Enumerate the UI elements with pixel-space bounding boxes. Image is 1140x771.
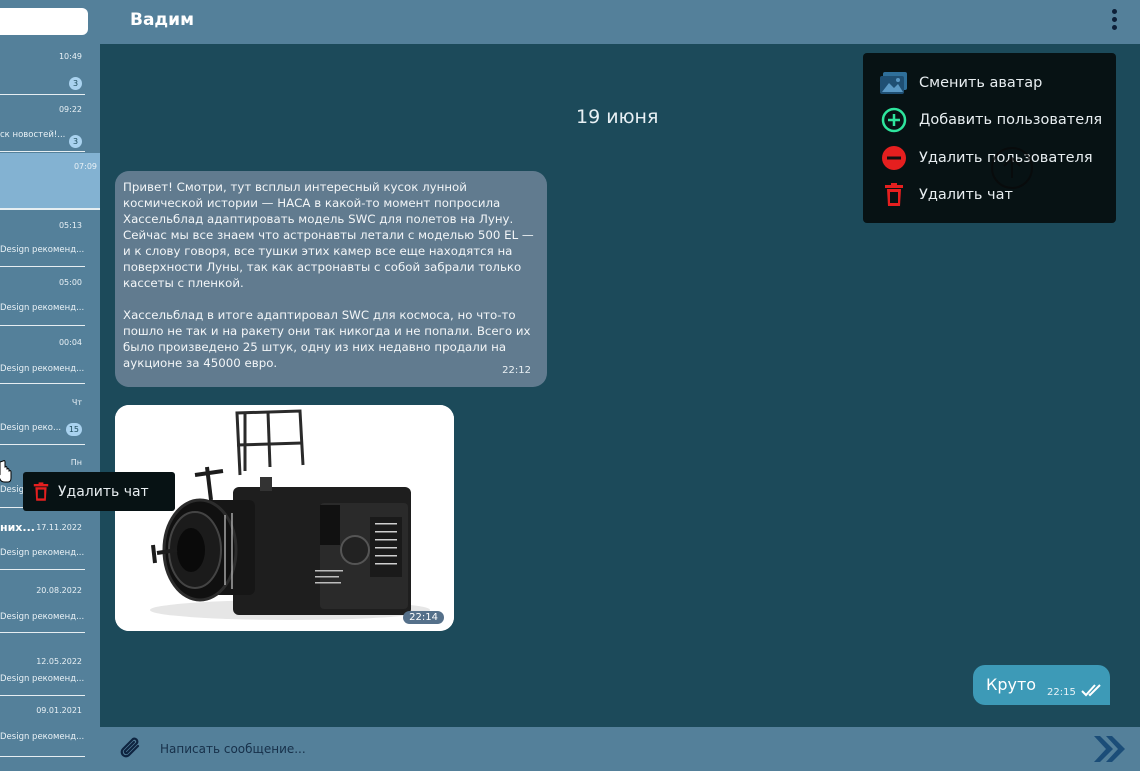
chat-preview: ск новостей!... <box>0 130 66 140</box>
chat-list-item[interactable]: 05:00 Design рекоменд... <box>0 268 85 326</box>
trash-icon <box>33 481 49 501</box>
menu-item-label: Удалить чат <box>919 187 1013 203</box>
chat-time: 17.11.2022 <box>36 523 82 532</box>
dot-icon <box>1111 9 1117 14</box>
unread-badge: 15 <box>65 423 82 436</box>
send-icon[interactable] <box>1092 734 1126 764</box>
chat-time: 09.01.2021 <box>36 706 82 715</box>
chat-list-item[interactable]: 10:49 3 <box>0 40 85 95</box>
chat-preview: Design рекоменд... <box>0 732 85 742</box>
dot-icon <box>1111 17 1117 22</box>
chat-context-menu[interactable]: Удалить чат <box>23 472 175 511</box>
arrow-up-circle-icon <box>991 147 1033 189</box>
chat-list-item[interactable]: 20.08.2022 Design рекоменд... <box>0 571 85 633</box>
chat-preview: Design рекоменд... <box>0 612 85 622</box>
chat-preview: Design рекоменд... <box>0 303 85 313</box>
plus-circle-icon <box>879 105 909 135</box>
chat-time: Чт <box>71 398 82 407</box>
unread-badge: 3 <box>69 135 82 148</box>
message-time: 22:15 <box>1047 687 1076 698</box>
chat-time: 05:13 <box>58 221 82 230</box>
more-options-button[interactable] <box>1110 9 1118 35</box>
chat-list-item-active[interactable]: 07:09 <box>0 153 100 210</box>
chat-time: 07:09 <box>73 162 97 171</box>
chat-list-item[interactable]: 05:13 Design рекоменд... <box>0 210 85 267</box>
minus-circle-icon <box>879 143 909 173</box>
camera-photo <box>115 405 454 631</box>
chat-time: 00:04 <box>58 338 82 347</box>
paperclip-icon[interactable] <box>118 736 144 762</box>
chat-list-item[interactable]: 09:22 ск новостей!... 3 <box>0 96 85 152</box>
message-text: Круто <box>986 675 1037 694</box>
menu-item-label: Добавить пользователя <box>919 112 1103 128</box>
menu-item-add-user[interactable]: Добавить пользователя <box>879 105 1109 135</box>
chat-list-item[interactable]: 09.01.2021 Design рекоменд... <box>0 697 85 757</box>
chat-name: них... <box>0 521 35 534</box>
chat-list-item[interactable]: 12.05.2022 Design рекоменд... <box>0 634 85 696</box>
chat-time: 09:22 <box>58 105 82 114</box>
chat-time: 05:00 <box>58 278 82 287</box>
chat-preview: Design рекоменд... <box>0 364 85 374</box>
chat-preview: Design рекоменд... <box>0 548 85 558</box>
chat-preview: Design реко... <box>0 423 62 433</box>
message-time: 22:12 <box>502 365 531 376</box>
chat-header: Вадим <box>100 0 1140 44</box>
chat-list-item[interactable]: Чт Design реко... 15 <box>0 385 85 445</box>
incoming-message[interactable]: Привет! Смотри, тут всплыл интересный ку… <box>115 171 547 387</box>
chat-time: Пн <box>70 458 82 467</box>
chat-list-item[interactable]: них... 17.11.2022 Design рекоменд... <box>0 509 85 570</box>
chat-preview: Design рекоменд... <box>0 674 85 684</box>
search-input[interactable] <box>0 8 88 35</box>
menu-item-label: Сменить аватар <box>919 75 1043 91</box>
chat-time: 12.05.2022 <box>36 657 82 666</box>
contact-name: Вадим <box>130 10 194 30</box>
outgoing-message[interactable]: Круто 22:15 <box>973 665 1110 705</box>
double-check-icon <box>1081 684 1101 697</box>
chat-preview: Design рекоменд... <box>0 245 85 255</box>
chat-options-menu: Сменить аватар Добавить пользователя Уда… <box>863 53 1116 223</box>
message-composer <box>100 727 1140 771</box>
chat-time: 20.08.2022 <box>36 586 82 595</box>
message-paragraph: Хассельблад в итоге адаптировал SWC для … <box>123 308 531 370</box>
incoming-photo-message[interactable]: 22:14 <box>115 405 454 631</box>
chat-time: 10:49 <box>58 52 82 61</box>
message-input[interactable] <box>160 735 1060 763</box>
message-time: 22:14 <box>403 611 444 624</box>
chat-sidebar: 10:49 3 09:22 ск новостей!... 3 07:09 05… <box>0 0 100 771</box>
hand-cursor-icon <box>0 460 12 483</box>
unread-badge: 3 <box>69 77 82 90</box>
date-separator: 19 июня <box>576 106 659 128</box>
chat-list-item[interactable]: 00:04 Design рекоменд... <box>0 327 85 384</box>
trash-icon <box>879 180 909 210</box>
image-icon <box>879 68 909 98</box>
dot-icon <box>1111 25 1117 30</box>
context-menu-label: Удалить чат <box>58 483 149 500</box>
message-paragraph: Привет! Смотри, тут всплыл интересный ку… <box>123 180 534 290</box>
menu-item-change-avatar[interactable]: Сменить аватар <box>879 68 1109 98</box>
